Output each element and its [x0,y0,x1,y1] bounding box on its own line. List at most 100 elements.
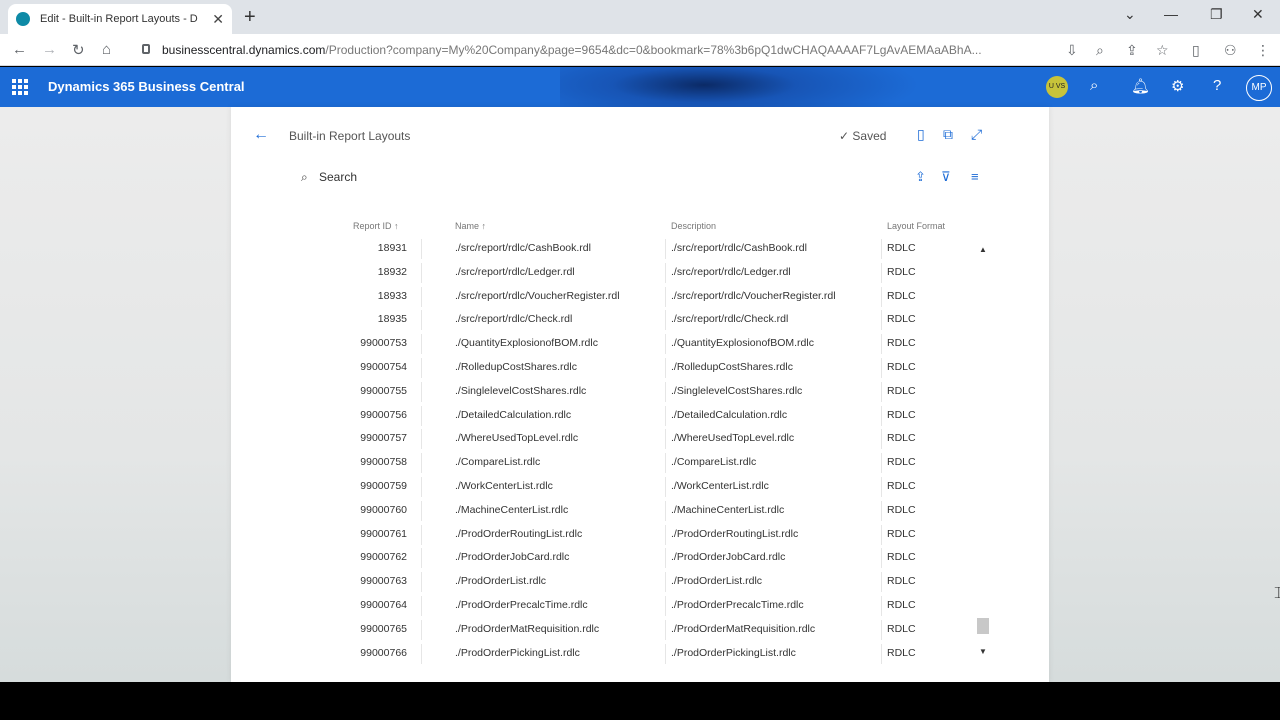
name-cell: ./ProdOrderRoutingList.rdlc [455,527,583,540]
table-row[interactable]: 99000760 ./MachineCenterList.rdlc ./Machin… [231,499,1049,523]
table-row[interactable]: 99000766 ./ProdOrderPickingList.rdlc ./Pro… [231,642,1049,666]
table-body: 18931 ./src/report/rdlc/CashBook.rdl ./src… [231,237,1049,665]
user-avatar[interactable]: MP [1246,75,1272,101]
reload-icon[interactable]: ↻ [72,41,85,59]
column-header-report-id[interactable]: Report ID ↑ [353,221,399,231]
app-bar-artwork [560,67,920,107]
column-header-layout-format[interactable]: Layout Format [887,221,945,231]
column-separator [421,357,422,378]
back-arrow-icon[interactable]: ← [253,126,269,144]
column-separator [421,405,422,426]
open-new-window-icon[interactable]: ⧉ [943,126,953,143]
lock-icon[interactable] [142,44,150,54]
column-separator [665,310,666,331]
table-row[interactable]: 18935 ./src/report/rdlc/Check.rdl ./src/re… [231,308,1049,332]
layout-format-cell: RDLC [887,289,916,302]
layout-format-cell: RDLC [887,384,916,397]
back-icon[interactable]: ← [12,41,27,58]
search-icon[interactable]: ⌕ [301,170,308,185]
table-row[interactable]: 99000756 ./DetailedCalculation.rdlc ./Deta… [231,404,1049,428]
notification-bell-icon[interactable]: 🔔︎ [1131,77,1150,95]
description-cell: ./CompareList.rdlc [671,456,757,469]
table-row[interactable]: 99000755 ./SinglelevelCostShares.rdlc ./Si… [231,380,1049,404]
layout-format-cell: RDLC [887,622,916,635]
layout-format-cell: RDLC [887,575,916,588]
table-row[interactable]: 99000764 ./ProdOrderPrecalcTime.rdlc ./Pro… [231,594,1049,618]
column-separator [665,405,666,426]
table-row[interactable]: 18931 ./src/report/rdlc/CashBook.rdl ./src… [231,237,1049,261]
layout-format-cell: RDLC [887,527,916,540]
layout-format-cell: RDLC [887,503,916,516]
tab-search-chevron-icon[interactable]: ⌄ [1124,6,1136,23]
app-launcher-icon[interactable] [12,79,28,95]
app-bar: Dynamics 365 Business Central U VS ⌕ 🔔︎ … [0,67,1280,107]
report-id-cell: 99000759 [360,479,407,492]
table-row[interactable]: 99000762 ./ProdOrderJobCard.rdlc ./ProdOrd… [231,546,1049,570]
report-id-cell: 99000753 [360,337,407,350]
scrollbar-thumb[interactable] [977,618,989,634]
expand-icon[interactable]: ⤢ [971,126,982,143]
table-row[interactable]: 99000763 ./ProdOrderList.rdlc ./ProdOrderL… [231,570,1049,594]
new-tab-icon[interactable]: + [244,6,256,29]
column-header-name[interactable]: Name ↑ [455,221,486,231]
url-field[interactable]: businesscentral.dynamics.com/Production?… [162,43,1068,57]
browser-menu-icon[interactable]: ⋮ [1256,42,1270,59]
close-tab-icon[interactable]: ✕ [212,11,224,28]
company-badge[interactable]: U VS [1046,76,1068,98]
table-row[interactable]: 99000759 ./WorkCenterList.rdlc ./WorkCente… [231,475,1049,499]
report-id-cell: 99000766 [360,646,407,659]
filter-icon[interactable]: ⊽ [941,169,951,185]
search-icon[interactable]: ⌕ [1090,77,1098,94]
side-panel-icon[interactable]: ▯ [1192,42,1200,59]
name-cell: ./src/report/rdlc/VoucherRegister.rdl [455,289,620,302]
scroll-up-icon[interactable]: ▲ [979,245,987,254]
share-icon[interactable]: ⇪ [1126,42,1138,59]
restore-icon[interactable]: ❐ [1210,6,1223,23]
table-row[interactable]: 99000754 ./RolledupCostShares.rdlc ./Rolle… [231,356,1049,380]
description-cell: ./WorkCenterList.rdlc [671,479,769,492]
zoom-icon[interactable]: ⌕ [1096,42,1104,59]
settings-gear-icon[interactable]: ⚙ [1171,77,1184,95]
home-icon[interactable]: ⌂ [102,41,111,58]
minimize-icon[interactable]: — [1164,6,1178,22]
table-row[interactable]: 99000765 ./ProdOrderMatRequisition.rdlc ./… [231,618,1049,642]
page-title: Built-in Report Layouts [289,129,411,143]
layout-format-cell: RDLC [887,456,916,469]
column-header-description[interactable]: Description [671,221,716,231]
table-row[interactable]: 99000757 ./WhereUsedTopLevel.rdlc ./WhereU… [231,427,1049,451]
list-view-icon[interactable]: ≡ [971,169,979,184]
share-list-icon[interactable]: ⇪ [915,169,926,185]
report-id-cell: 18931 [377,242,407,254]
saved-status: ✓ Saved [839,129,887,143]
profile-icon[interactable]: ⚇ [1224,42,1237,59]
column-separator [421,429,422,450]
table-row[interactable]: 18932 ./src/report/rdlc/Ledger.rdl ./src/r… [231,261,1049,285]
browser-tab[interactable]: Edit - Built-in Report Layouts - D ✕ [8,4,232,34]
bottom-black-bar [0,682,1280,720]
name-cell: ./CompareList.rdlc [455,456,541,469]
column-separator [881,357,882,378]
column-separator [881,429,882,450]
bookmark-star-icon[interactable]: ☆ [1156,42,1169,59]
scroll-down-icon[interactable]: ▼ [979,647,987,656]
app-name[interactable]: Dynamics 365 Business Central [48,79,245,94]
table-row[interactable]: 99000758 ./CompareList.rdlc ./CompareList.… [231,451,1049,475]
table-row[interactable]: 18933 ./src/report/rdlc/VoucherRegister.r… [231,285,1049,309]
help-icon[interactable]: ? [1213,77,1221,94]
column-separator [881,476,882,497]
report-id-cell: 99000762 [360,551,407,564]
bookmark-icon[interactable]: ▯ [917,126,925,143]
name-cell: ./ProdOrderJobCard.rdlc [455,551,570,564]
close-window-icon[interactable]: ✕ [1252,6,1264,23]
layout-format-cell: RDLC [887,646,916,659]
table-row[interactable]: 99000753 ./QuantityExplosionofBOM.rdlc ./Q… [231,332,1049,356]
install-app-icon[interactable]: ⇩ [1066,42,1078,59]
table-row[interactable]: 99000761 ./ProdOrderRoutingList.rdlc ./Pro… [231,523,1049,547]
name-cell: ./DetailedCalculation.rdlc [455,408,572,421]
layout-format-cell: RDLC [887,479,916,492]
column-separator [881,548,882,569]
search-button[interactable]: Search [319,170,357,184]
column-separator [421,572,422,593]
forward-icon[interactable]: → [42,41,57,58]
column-separator [881,262,882,283]
